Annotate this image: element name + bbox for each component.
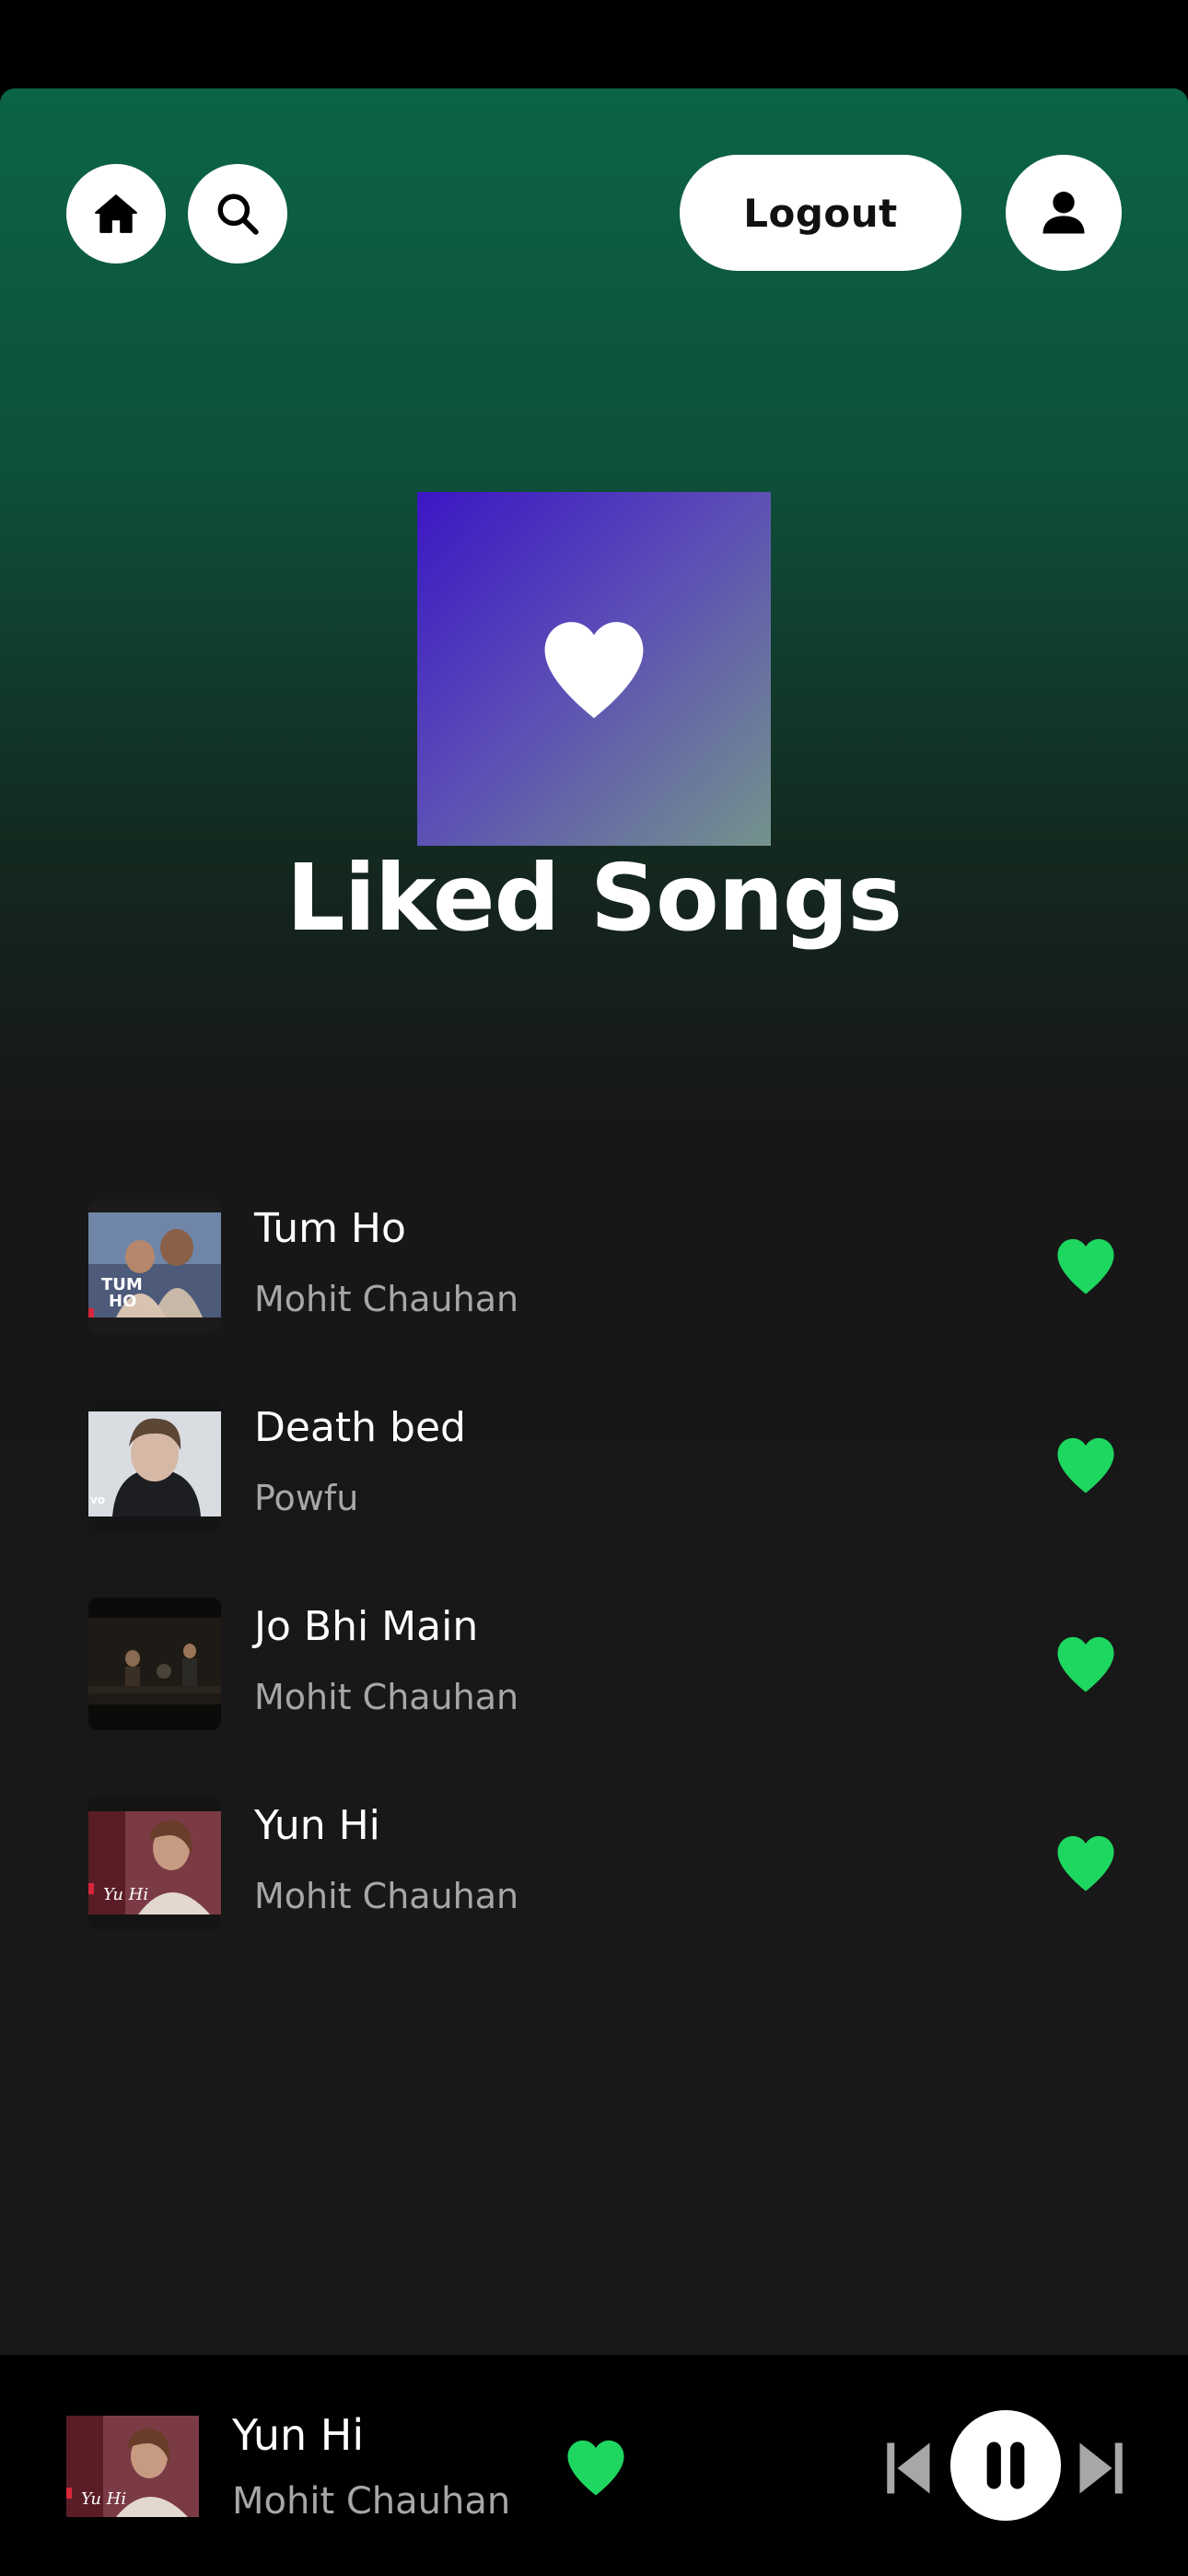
song-title: Tum Ho: [254, 1205, 406, 1252]
now-playing-bar: Yu Hi Yun Hi Mohit Chauhan: [0, 2355, 1188, 2576]
song-title: Yun Hi: [254, 1802, 380, 1849]
song-artist: Mohit Chauhan: [254, 1279, 519, 1319]
song-row[interactable]: Jo Bhi Main Mohit Chauhan: [0, 1598, 1188, 1732]
song-thumbnail: [88, 1598, 221, 1730]
song-title: Jo Bhi Main: [254, 1603, 479, 1650]
liked-heart-icon[interactable]: [1054, 1435, 1118, 1494]
now-playing-title: Yun Hi: [232, 2410, 365, 2460]
user-icon: [1042, 192, 1085, 234]
svg-text:vo: vo: [90, 1493, 105, 1506]
song-row[interactable]: TUM HO Tum Ho Mohit Chauhan: [0, 1200, 1188, 1334]
song-title: Death bed: [254, 1404, 466, 1451]
svg-text:Yu Hi: Yu Hi: [103, 1885, 148, 1904]
search-button[interactable]: [188, 164, 287, 263]
liked-heart-icon[interactable]: [1054, 1236, 1118, 1295]
search-icon: [217, 193, 259, 235]
home-icon: [95, 194, 137, 233]
song-row[interactable]: vo Death bed Powfu: [0, 1399, 1188, 1533]
song-artist: Mohit Chauhan: [254, 1876, 519, 1916]
now-playing-artist: Mohit Chauhan: [232, 2480, 511, 2523]
svg-text:HO: HO: [109, 1292, 136, 1311]
song-artist: Powfu: [254, 1478, 359, 1518]
song-thumbnail: vo: [88, 1399, 221, 1531]
song-row[interactable]: Yu Hi Yun Hi Mohit Chauhan: [0, 1797, 1188, 1931]
song-thumbnail: Yu Hi: [88, 1797, 221, 1929]
pause-icon: [986, 2441, 1025, 2489]
liked-heart-icon[interactable]: [1054, 1634, 1118, 1693]
liked-heart-icon[interactable]: [1054, 1833, 1118, 1892]
logout-button[interactable]: Logout: [680, 155, 961, 271]
profile-button[interactable]: [1006, 155, 1122, 271]
main-panel: Logout Liked Songs TUM HO Tum Ho Mohit C…: [0, 88, 1188, 2355]
playlist-cover: [417, 492, 771, 846]
heart-icon: [544, 622, 644, 719]
svg-text:Yu Hi: Yu Hi: [81, 2489, 126, 2509]
song-thumbnail: TUM HO: [88, 1200, 221, 1332]
previous-track-icon[interactable]: [886, 2440, 932, 2497]
pause-button[interactable]: [950, 2410, 1061, 2521]
page-title: Liked Songs: [285, 844, 903, 952]
next-track-icon[interactable]: [1077, 2440, 1124, 2497]
liked-heart-icon[interactable]: [564, 2438, 628, 2497]
home-button[interactable]: [66, 164, 166, 263]
song-artist: Mohit Chauhan: [254, 1677, 519, 1717]
now-playing-thumbnail[interactable]: Yu Hi: [66, 2416, 199, 2517]
